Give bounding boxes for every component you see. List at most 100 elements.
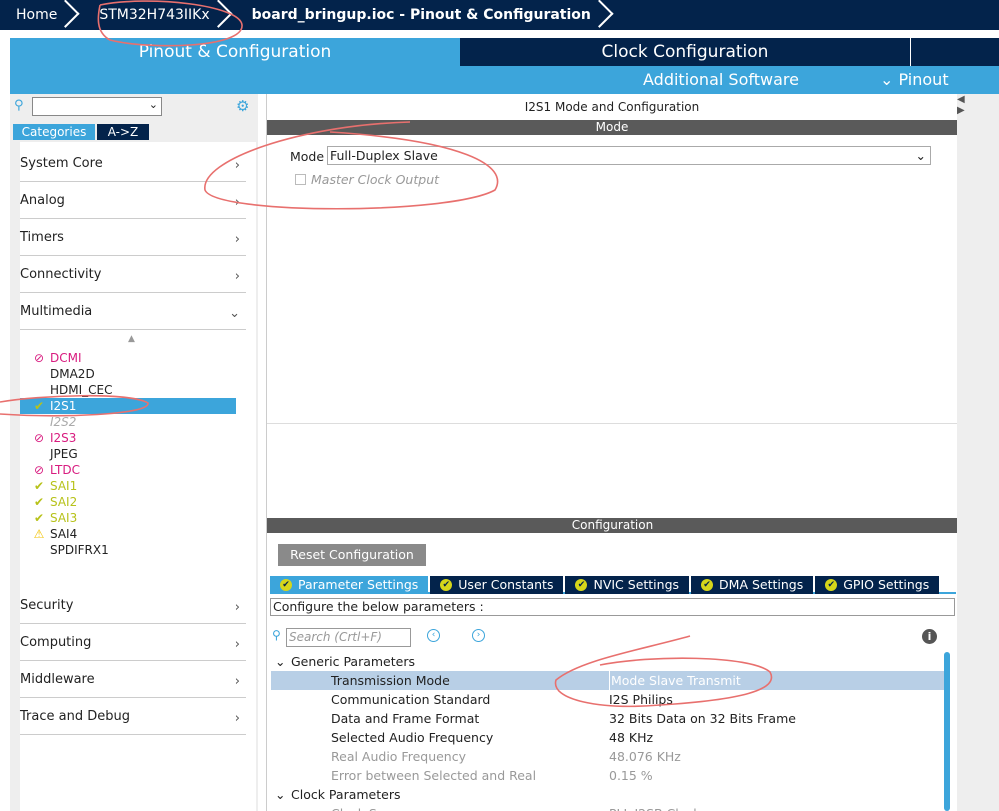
param-value[interactable]: 32 Bits Data on 32 Bits Frame xyxy=(609,709,796,728)
param-name: Transmission Mode xyxy=(331,673,450,688)
param-value[interactable]: I2S Philips xyxy=(609,690,673,709)
param-name: Communication Standard xyxy=(331,692,491,707)
breadcrumb-project[interactable]: board_bringup.ioc - Pinout & Configurati… xyxy=(236,0,617,30)
sidebar-category[interactable]: Security › xyxy=(20,598,246,624)
peripheral-label: I2S2 xyxy=(50,415,77,429)
param-row[interactable]: Error between Selected and Real 0.15 % xyxy=(271,766,944,785)
peripheral-item[interactable]: DMA2D xyxy=(20,366,236,382)
breadcrumb: Home STM32H743IIKx board_bringup.ioc - P… xyxy=(0,0,999,30)
next-icon[interactable]: › xyxy=(472,629,485,642)
check-icon: ✔ xyxy=(280,579,292,591)
peripheral-label: I2S3 xyxy=(50,431,77,445)
collapse-icon[interactable]: ◀ ▶ xyxy=(957,94,965,116)
peripheral-label: I2S1 xyxy=(50,399,77,413)
param-value[interactable]: 48 KHz xyxy=(609,728,653,747)
config-tab-label: NVIC Settings xyxy=(593,577,680,592)
param-value[interactable]: Mode Slave Transmit xyxy=(609,671,741,690)
param-row[interactable]: Transmission Mode Mode Slave Transmit xyxy=(271,671,944,690)
peripheral-item[interactable]: ✔ SAI3 xyxy=(20,510,236,526)
peripheral-item[interactable]: ✔ SAI2 xyxy=(20,494,236,510)
peripheral-item[interactable]: ⊘ LTDC xyxy=(20,462,236,478)
param-value[interactable]: 0.15 % xyxy=(609,766,653,785)
param-row[interactable]: Selected Audio Frequency 48 KHz xyxy=(271,728,944,747)
tab-pinout-configuration[interactable]: Pinout & Configuration xyxy=(10,38,460,66)
config-tab[interactable]: ✔ GPIO Settings xyxy=(815,576,940,594)
config-tab-label: Parameter Settings xyxy=(298,577,419,592)
tab-a-z[interactable]: A->Z xyxy=(97,124,149,140)
peripheral-item[interactable]: I2S2 xyxy=(20,414,236,430)
tab-clock-configuration[interactable]: Clock Configuration xyxy=(460,38,910,66)
param-search-input[interactable]: Search (Crtl+F) xyxy=(286,628,411,647)
peripheral-item[interactable]: SPDIFRX1 xyxy=(20,542,236,558)
chevron-down-icon: ⌄ xyxy=(275,787,286,802)
pinout-menu[interactable]: ⌄ Pinout xyxy=(880,70,949,89)
chevron-right-icon: › xyxy=(234,232,240,247)
sort-icon[interactable]: ▲ xyxy=(128,334,135,344)
mode-configuration-panel: I2S1 Mode and Configuration Mode Mode Fu… xyxy=(266,94,958,811)
check-icon: ✔ xyxy=(701,579,714,591)
param-row[interactable]: Clock Source PLL I2SB Clock xyxy=(271,804,944,811)
chevron-right-icon: › xyxy=(234,269,240,284)
gear-icon[interactable]: ⚙ xyxy=(236,97,249,115)
config-tab-label: GPIO Settings xyxy=(843,577,930,592)
param-group[interactable]: ⌄ Clock Parameters xyxy=(271,785,944,804)
breadcrumb-home[interactable]: Home xyxy=(0,0,83,30)
peripheral-label: SPDIFRX1 xyxy=(50,543,109,557)
peripheral-item[interactable]: JPEG xyxy=(20,446,236,462)
param-row[interactable]: Communication Standard I2S Philips xyxy=(271,690,944,709)
ok-status-icon: ✔ xyxy=(33,399,45,413)
peripheral-item[interactable]: ✔ SAI1 xyxy=(20,478,236,494)
previous-icon[interactable]: ‹ xyxy=(427,629,440,642)
config-tab[interactable]: ✔ Parameter Settings xyxy=(270,576,429,594)
config-tab[interactable]: ✔ DMA Settings xyxy=(691,576,814,594)
sidebar-category[interactable]: Middleware › xyxy=(20,672,246,698)
sidebar-category[interactable]: Connectivity › xyxy=(20,267,246,293)
check-icon: ✔ xyxy=(440,579,453,591)
param-group[interactable]: ⌄ Generic Parameters xyxy=(271,652,944,671)
peripheral-item[interactable]: ✔ I2S1 xyxy=(20,398,236,414)
config-tab[interactable]: ✔ NVIC Settings xyxy=(565,576,690,594)
sidebar-category[interactable]: Analog › xyxy=(20,193,246,219)
sidebar-category[interactable]: System Core › xyxy=(20,156,246,182)
sidebar-search-input[interactable]: ⌄ xyxy=(32,97,162,116)
param-value[interactable]: PLL I2SB Clock xyxy=(609,804,701,811)
param-name: Real Audio Frequency xyxy=(331,749,466,764)
chevron-right-icon: › xyxy=(234,195,240,210)
peripheral-item[interactable]: ⚠ SAI4 xyxy=(20,526,236,542)
reset-configuration-button[interactable]: Reset Configuration xyxy=(278,544,426,566)
info-icon[interactable]: i xyxy=(922,629,937,644)
sidebar-category[interactable]: Computing › xyxy=(20,635,246,661)
chevron-down-icon: ⌄ xyxy=(275,654,286,669)
blocked-status-icon: ⊘ xyxy=(33,431,45,445)
peripheral-label: LTDC xyxy=(50,463,80,477)
tab-categories[interactable]: Categories xyxy=(13,124,95,140)
param-row[interactable]: Real Audio Frequency 48.076 KHz xyxy=(271,747,944,766)
tab-additional-software[interactable]: Additional Software xyxy=(643,70,799,89)
config-tab-label: User Constants xyxy=(458,577,554,592)
param-name: Error between Selected and Real xyxy=(331,768,537,783)
category-label: Security xyxy=(20,598,74,613)
sidebar-category[interactable]: Multimedia ⌄ xyxy=(20,304,246,330)
config-tab-label: DMA Settings xyxy=(719,577,804,592)
breadcrumb-mcu[interactable]: STM32H743IIKx xyxy=(83,0,235,30)
param-value[interactable]: 48.076 KHz xyxy=(609,747,681,766)
config-tab[interactable]: ✔ User Constants xyxy=(430,576,564,594)
param-name: Clock Source xyxy=(331,804,412,811)
chevron-right-icon: › xyxy=(234,711,240,726)
chevron-right-icon: › xyxy=(234,158,240,173)
sidebar-category[interactable]: Trace and Debug › xyxy=(20,709,246,735)
pinout-menu-label: Pinout xyxy=(898,70,949,89)
tab-extra[interactable] xyxy=(910,38,999,66)
ok-status-icon: ✔ xyxy=(33,495,45,509)
chevron-right-icon: › xyxy=(234,600,240,615)
peripheral-item[interactable]: HDMI_CEC xyxy=(20,382,236,398)
param-row[interactable]: Data and Frame Format 32 Bits Data on 32 … xyxy=(271,709,944,728)
scrollbar[interactable] xyxy=(944,652,950,811)
chevron-right-icon: › xyxy=(234,637,240,652)
sidebar-category[interactable]: Timers › xyxy=(20,230,246,256)
category-label: Multimedia xyxy=(20,304,93,319)
peripheral-item[interactable]: ⊘ DCMI xyxy=(20,350,236,366)
blocked-status-icon: ⊘ xyxy=(33,351,45,365)
search-icon: ⚲ xyxy=(272,628,281,642)
peripheral-item[interactable]: ⊘ I2S3 xyxy=(20,430,236,446)
